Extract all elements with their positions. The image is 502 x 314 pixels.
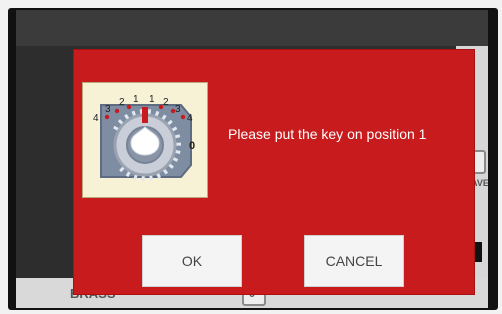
dial-label-right-1: 1 bbox=[149, 94, 155, 105]
key-dial-card: 4 3 2 1 1 2 3 4 0 bbox=[82, 82, 208, 198]
dial-label-left-4: 4 bbox=[93, 113, 99, 124]
ok-button[interactable]: OK bbox=[142, 235, 242, 287]
dial-label-left-1: 1 bbox=[133, 94, 139, 105]
dial-label-zero: 0 bbox=[189, 140, 195, 152]
dial-position-dot bbox=[104, 114, 110, 120]
dial-label-right-2: 2 bbox=[163, 97, 169, 108]
key-position-dialog: 4 3 2 1 1 2 3 4 0 Please put the key on … bbox=[74, 50, 474, 294]
screen: SAVE BRASS 0 4 3 2 1 1 bbox=[16, 10, 488, 308]
dial-label-right-3: 3 bbox=[175, 104, 181, 115]
dial-position-dot bbox=[114, 108, 120, 114]
dial-label-right-4: 4 bbox=[187, 113, 193, 124]
dial-position-dot bbox=[180, 114, 186, 120]
dialog-message: Please put the key on position 1 bbox=[228, 126, 427, 142]
dial-label-left-2: 2 bbox=[119, 97, 125, 108]
cancel-button[interactable]: CANCEL bbox=[304, 235, 404, 287]
dial-label-left-3: 3 bbox=[105, 104, 111, 115]
dial-position-dot bbox=[126, 104, 132, 110]
key-dial-icon: 4 3 2 1 1 2 3 4 0 bbox=[83, 83, 207, 197]
device-frame: SAVE BRASS 0 4 3 2 1 1 bbox=[0, 0, 502, 314]
background-top-bar bbox=[16, 10, 488, 46]
